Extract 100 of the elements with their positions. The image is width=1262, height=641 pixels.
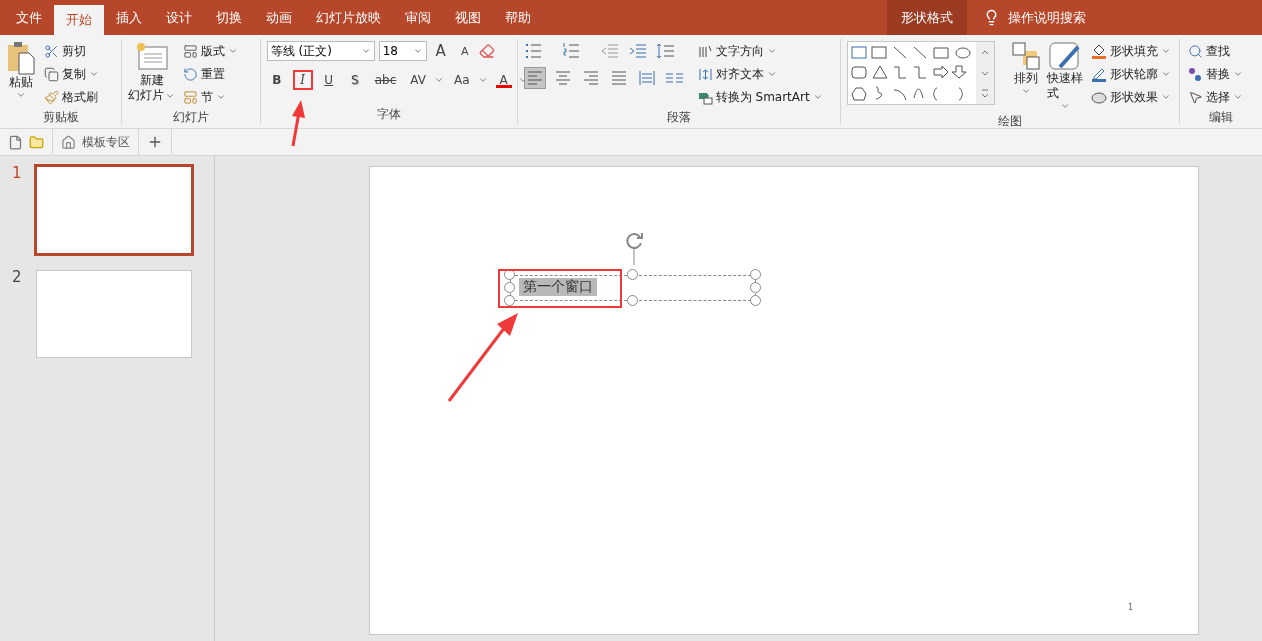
ribbon-button[interactable]: 版式 (181, 41, 241, 61)
resize-handle[interactable] (504, 295, 515, 306)
document-icon[interactable] (8, 134, 23, 150)
ribbon-tab[interactable]: 形状格式 (887, 0, 967, 35)
ribbon-button[interactable]: 格式刷 (42, 87, 101, 107)
home-icon (61, 134, 76, 150)
selected-text: 第一个窗口 (519, 278, 597, 296)
group-label: 绘图 (998, 113, 1023, 130)
resize-handle[interactable] (750, 282, 761, 293)
format-button[interactable]: A (493, 70, 514, 90)
paintbrush-icon (44, 89, 59, 105)
shrink-font-button[interactable]: A (454, 41, 475, 61)
format-button[interactable]: S (344, 70, 365, 90)
group-label: 剪贴板 (42, 109, 79, 126)
eraser-icon[interactable] (478, 43, 495, 59)
align-text-icon (697, 66, 713, 82)
resize-handle[interactable] (750, 269, 761, 280)
quick-styles-button[interactable]: 快速样式 (1047, 41, 1084, 111)
font-size-field[interactable]: 18 (378, 41, 427, 61)
pointer-icon (1188, 89, 1204, 105)
ribbon-tab[interactable]: 插入 (104, 0, 154, 35)
ribbon-button[interactable]: 选择 (1186, 87, 1246, 107)
caret-icon (89, 69, 99, 79)
search-icon (1188, 43, 1204, 59)
font-name-field[interactable]: 等线 (正文) (266, 41, 375, 61)
caret-icon (1233, 69, 1244, 79)
ribbon-tab[interactable]: 幻灯片放映 (304, 0, 393, 35)
resize-handle[interactable] (627, 295, 638, 306)
caret-icon (812, 92, 823, 102)
format-button[interactable]: AV (406, 70, 430, 90)
ribbon-tab[interactable]: 切换 (204, 0, 254, 35)
align-button[interactable] (523, 67, 546, 89)
ribbon-tab[interactable]: 视图 (443, 0, 493, 35)
ribbon-button[interactable]: 节 (181, 87, 241, 107)
ribbon-tab[interactable]: 开始 (54, 5, 104, 35)
new-slide-button[interactable]: 新建 幻灯片 (128, 41, 176, 103)
arrange-icon (1011, 41, 1042, 71)
group-label: 编辑 (1209, 109, 1234, 126)
clipboard-icon (6, 41, 36, 75)
gallery-scrollbar[interactable] (976, 42, 995, 104)
add-tab-icon[interactable] (147, 134, 163, 150)
text-direction-icon (697, 43, 713, 59)
ribbon-tab[interactable]: 审阅 (393, 0, 443, 35)
pen-icon (1091, 66, 1108, 82)
resize-handle[interactable] (504, 282, 515, 293)
section-icon (183, 89, 199, 105)
grow-font-button[interactable]: A (430, 41, 451, 61)
slide-thumbnail[interactable] (34, 164, 194, 256)
folder-icon[interactable] (29, 134, 44, 150)
caret-icon (1161, 46, 1172, 56)
caret-icon (1060, 101, 1071, 111)
ribbon-button[interactable]: 形状填充 (1089, 41, 1174, 61)
ribbon-button[interactable]: 转换为 SmartArt (695, 87, 825, 107)
group-label: 幻灯片 (173, 109, 210, 126)
caret-icon (412, 46, 423, 56)
caret-icon (1021, 86, 1032, 96)
ribbon-button[interactable]: 替换 (1186, 64, 1246, 84)
ribbon-button[interactable]: 形状轮廓 (1089, 64, 1174, 84)
copy-icon (44, 66, 59, 82)
ribbon-button[interactable]: 查找 (1186, 41, 1246, 61)
format-button[interactable]: B (266, 70, 287, 90)
ribbon-tab[interactable]: 帮助 (493, 0, 543, 35)
caret-icon (16, 90, 26, 100)
template-tab[interactable]: 模板专区 (53, 129, 139, 155)
format-button[interactable]: Aa (449, 70, 474, 90)
ribbon-tab[interactable]: 设计 (154, 0, 204, 35)
ribbon-button[interactable]: 文字方向 (695, 41, 825, 61)
resize-handle[interactable] (504, 269, 515, 280)
reset-icon (183, 66, 199, 82)
format-button[interactable]: I (292, 70, 313, 90)
paint-bucket-icon (1091, 43, 1108, 59)
caret-icon (477, 75, 488, 85)
format-button[interactable]: U (318, 70, 339, 90)
paste-button[interactable]: 粘贴 (6, 41, 36, 100)
slide-thumbnail[interactable] (36, 270, 192, 358)
ribbon-button[interactable]: 复制 (42, 64, 101, 84)
caret-icon (433, 75, 444, 85)
caret-icon (1233, 92, 1244, 102)
caret-icon (1161, 92, 1172, 102)
ribbon-button[interactable]: 剪切 (42, 41, 101, 61)
group-label: 段落 (666, 109, 691, 126)
caret-icon (766, 69, 777, 79)
ribbon-tab[interactable]: 动画 (254, 0, 304, 35)
ribbon-tab[interactable]: 文件 (4, 0, 54, 35)
scissors-icon (44, 43, 59, 59)
annotation-arrow (291, 100, 305, 147)
tell-me-search[interactable]: 操作说明搜索 (1008, 8, 1086, 27)
resize-handle[interactable] (750, 295, 761, 306)
arrange-button[interactable]: 排列 (1011, 41, 1042, 96)
format-button[interactable]: abc (370, 70, 401, 90)
ribbon-button[interactable]: 重置 (181, 64, 241, 84)
page-number: 1 (1128, 603, 1134, 612)
slide-number: 1 (12, 164, 23, 184)
shape-effect-icon (1091, 89, 1108, 105)
group-label: 字体 (376, 106, 401, 123)
caret-icon (766, 46, 777, 56)
increase-indent-icon[interactable] (627, 41, 648, 61)
resize-handle[interactable] (627, 269, 638, 280)
ribbon-button[interactable]: 对齐文本 (695, 64, 825, 84)
ribbon-button[interactable]: 形状效果 (1089, 87, 1174, 107)
